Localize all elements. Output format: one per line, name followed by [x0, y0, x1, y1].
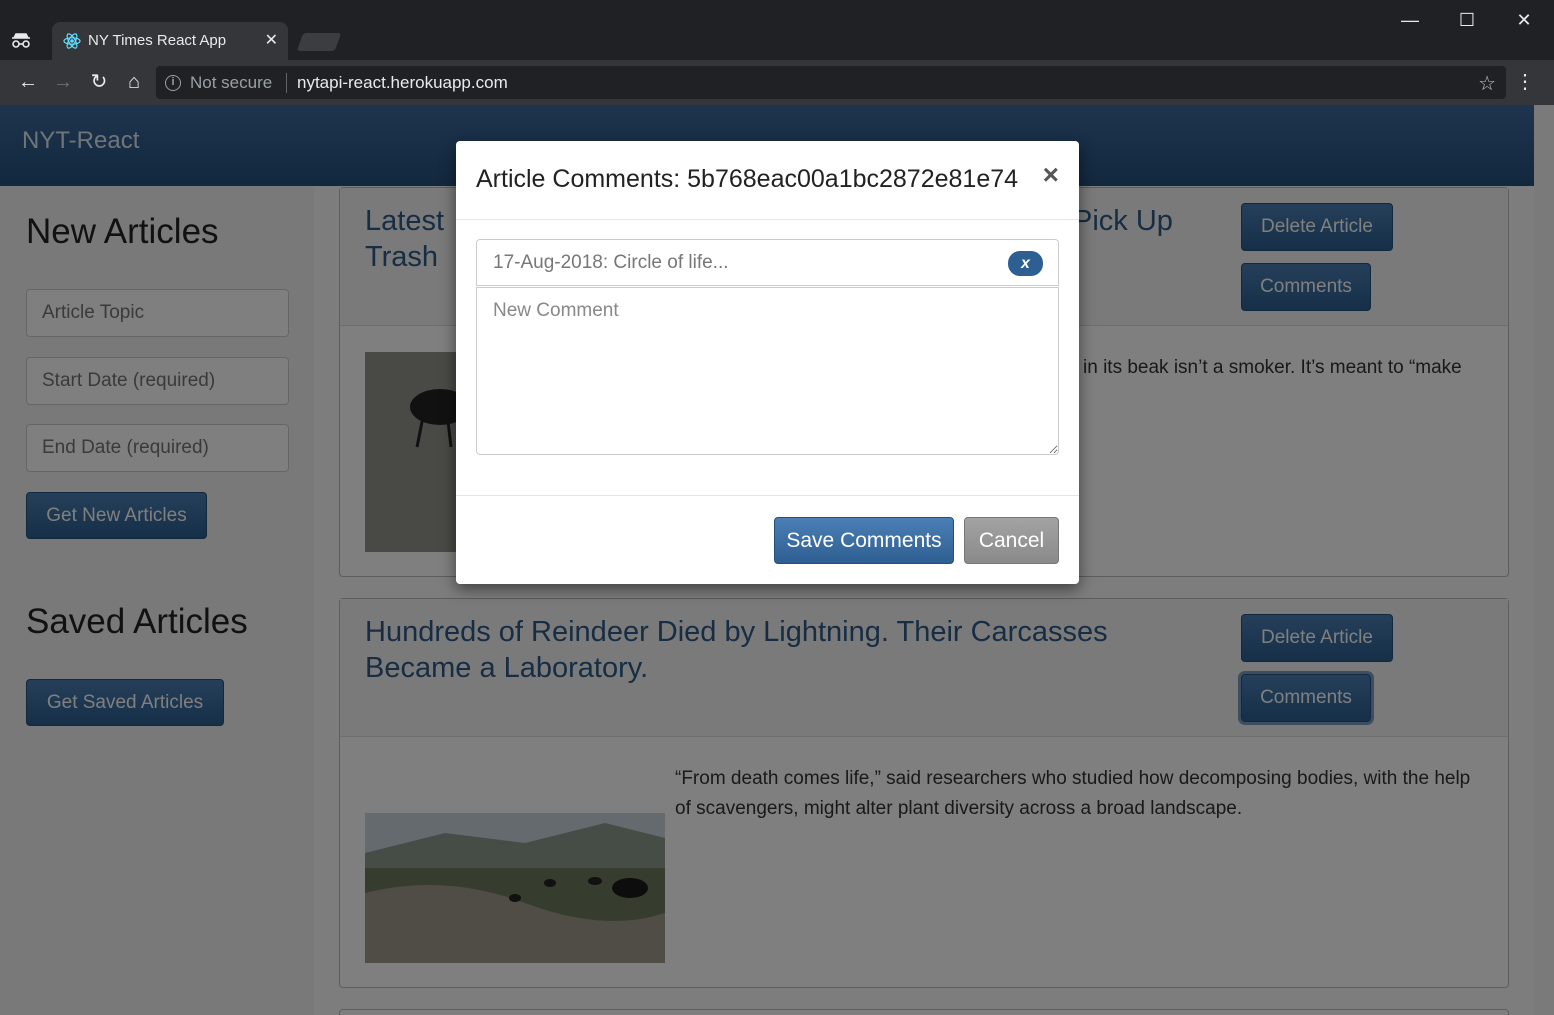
tab-close-icon[interactable]: ✕ — [265, 30, 278, 50]
delete-comment-button[interactable]: x — [1008, 251, 1043, 276]
minimize-icon[interactable]: — — [1387, 8, 1433, 32]
comment-text: 17-Aug-2018: Circle of life... — [493, 252, 729, 273]
url-text[interactable]: nytapi-react.herokuapp.com — [297, 73, 508, 93]
reload-icon[interactable]: ↻ — [86, 69, 112, 95]
page: NYT-React New Articles Get New Articles … — [0, 105, 1554, 1015]
address-bar[interactable]: i Not secure nytapi-react.herokuapp.com … — [156, 66, 1506, 99]
modal-footer: Save Comments Cancel — [456, 495, 1079, 584]
browser-toolbar: ← → ↻ ⌂ i Not secure nytapi-react.heroku… — [0, 60, 1554, 105]
modal-title: Article Comments: 5b768eac00a1bc2872e81e… — [476, 165, 1019, 193]
back-icon[interactable]: ← — [15, 69, 41, 95]
info-icon[interactable]: i — [165, 75, 181, 91]
browser-menu-icon[interactable]: ⋮ — [1512, 69, 1538, 95]
new-comment-input[interactable] — [476, 287, 1059, 455]
save-comments-button[interactable]: Save Comments — [774, 517, 954, 564]
cancel-button[interactable]: Cancel — [964, 517, 1059, 564]
react-icon — [62, 31, 82, 51]
maximize-icon[interactable]: ☐ — [1444, 8, 1490, 32]
tab-title: NY Times React App — [88, 32, 227, 49]
comments-modal: Article Comments: 5b768eac00a1bc2872e81e… — [456, 141, 1079, 584]
bookmark-star-icon[interactable]: ☆ — [1478, 71, 1496, 96]
url-separator — [286, 73, 287, 93]
security-label: Not secure — [190, 73, 273, 92]
comment-item: 17-Aug-2018: Circle of life... x — [476, 239, 1059, 286]
browser-titlebar: NY Times React App ✕ — ☐ ✕ — [0, 0, 1554, 60]
incognito-icon[interactable] — [8, 28, 34, 52]
modal-header: Article Comments: 5b768eac00a1bc2872e81e… — [456, 141, 1079, 220]
forward-icon[interactable]: → — [50, 69, 76, 95]
new-tab-button[interactable] — [296, 33, 342, 51]
browser-tab[interactable]: NY Times React App ✕ — [52, 22, 288, 60]
window-close-icon[interactable]: ✕ — [1501, 8, 1547, 32]
home-icon[interactable]: ⌂ — [121, 69, 147, 95]
modal-close-icon[interactable]: × — [1043, 161, 1059, 189]
